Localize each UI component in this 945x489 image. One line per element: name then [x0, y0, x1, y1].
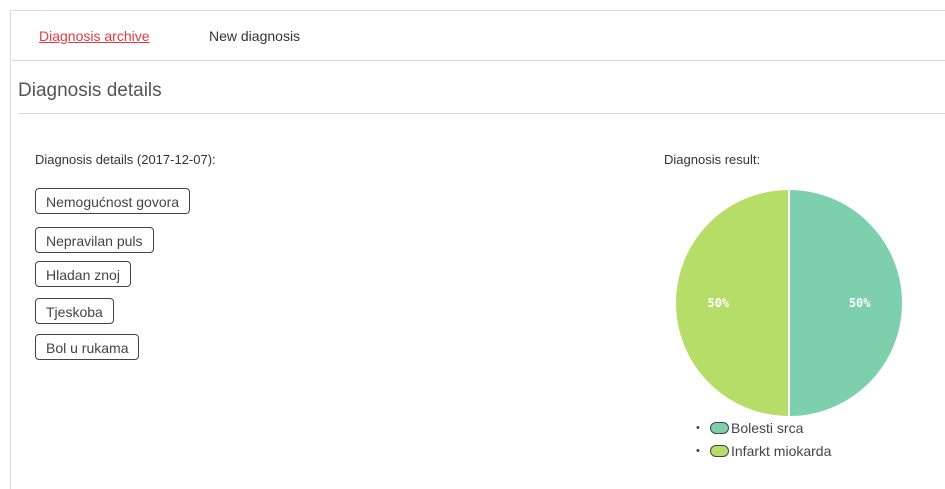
bullet-icon: • — [696, 421, 700, 434]
chart-legend: • Bolesti srca • Infarkt miokarda — [696, 416, 831, 462]
legend-item: • Bolesti srca — [696, 416, 831, 439]
bullet-icon: • — [696, 444, 700, 457]
legend-swatch-bolesti-srca — [710, 421, 729, 434]
pie-slice-infarkt-miokarda — [674, 187, 790, 419]
section-title: Diagnosis details — [18, 80, 162, 101]
symptom-tag: Tjeskoba — [35, 298, 114, 324]
diagnosis-result-pie-chart: 50% 50% — [674, 187, 904, 419]
diagnosis-details-heading: Diagnosis details (2017-12-07): — [35, 152, 216, 167]
nav-link-new-diagnosis[interactable]: New diagnosis — [209, 28, 300, 44]
symptom-tag: Nemogućnost govora — [35, 188, 191, 214]
pie-slice-label: 50% — [849, 296, 871, 310]
nav-link-diagnosis-archive[interactable]: Diagnosis archive — [39, 28, 150, 44]
pie-slice-label: 50% — [707, 296, 729, 310]
symptom-tag: Bol u rukama — [35, 334, 140, 360]
symptom-tag: Nepravilan puls — [35, 227, 154, 253]
symptom-tag: Hladan znoj — [35, 261, 131, 287]
pie-slice-bolesti-srca — [788, 187, 904, 419]
legend-label: Bolesti srca — [731, 419, 804, 436]
top-navbar: Diagnosis archive New diagnosis — [11, 11, 945, 61]
section-divider — [18, 113, 945, 114]
legend-item: • Infarkt miokarda — [696, 439, 831, 462]
diagnosis-result-heading: Diagnosis result: — [664, 152, 761, 167]
legend-label: Infarkt miokarda — [731, 442, 832, 459]
legend-swatch-infarkt-miokarda — [710, 444, 729, 457]
